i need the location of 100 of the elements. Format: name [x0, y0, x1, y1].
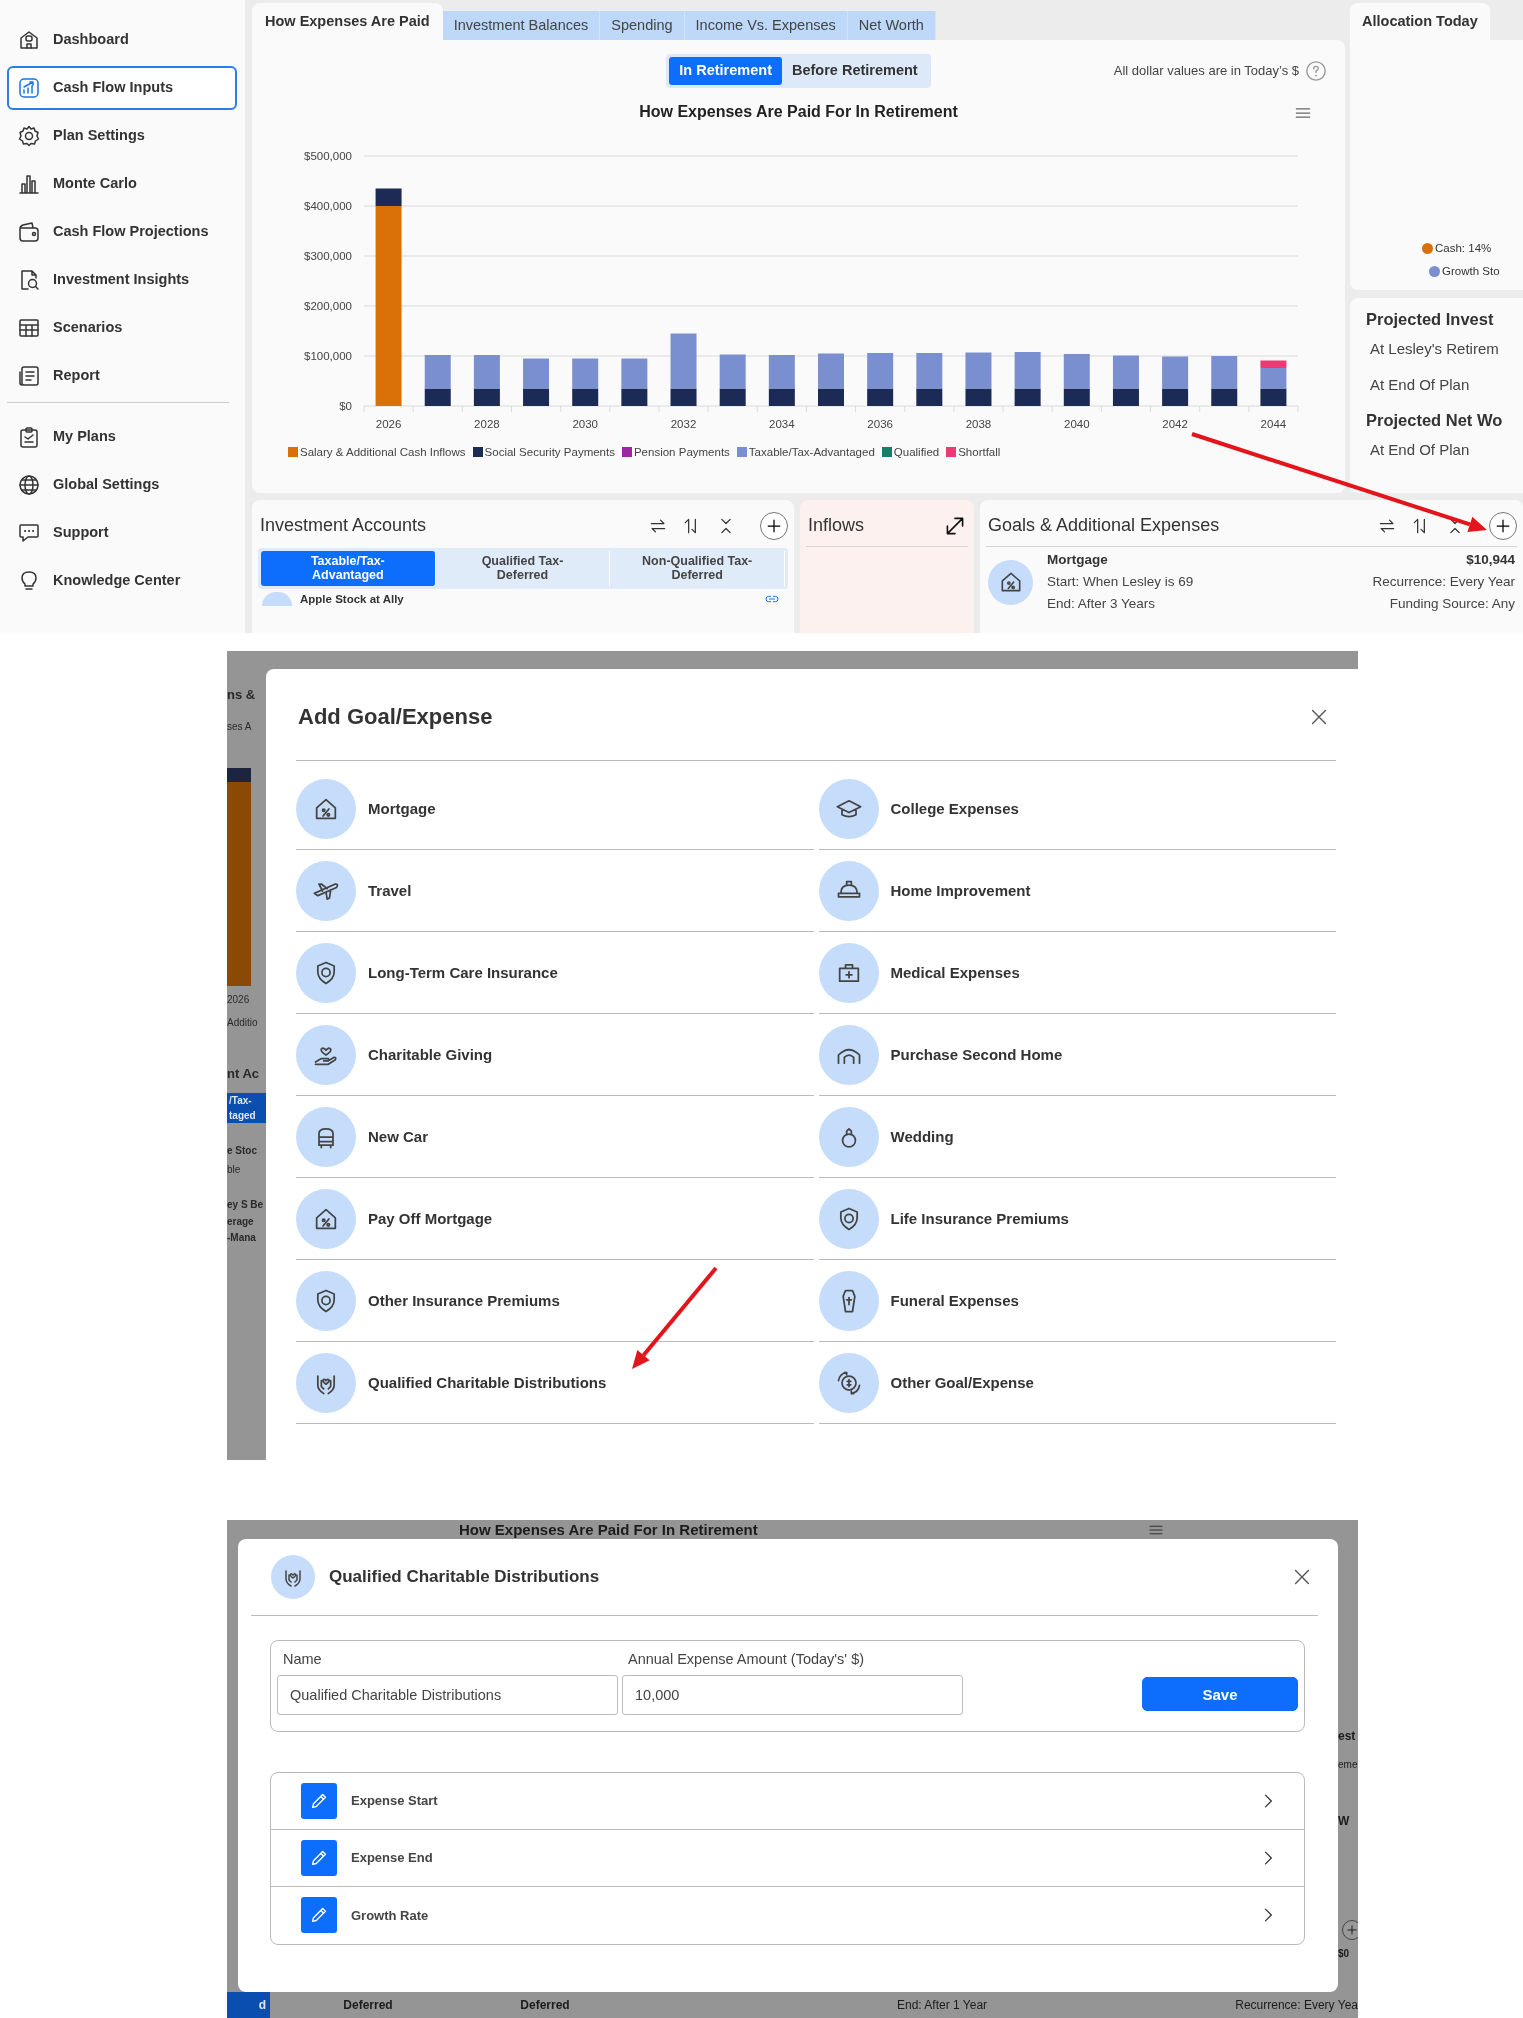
goal-name: Mortgage — [1047, 551, 1109, 569]
legend-label: Qualified — [893, 446, 940, 458]
legend-label: Cash: 14% — [1435, 240, 1492, 256]
input-field[interactable]: 10,000 — [622, 1674, 963, 1715]
toggle-option[interactable]: In Retirement — [669, 57, 782, 85]
background-text: est — [1338, 1728, 1356, 1745]
background-text: Additio — [227, 1015, 259, 1030]
background-text: End: After 1 Year — [896, 1997, 989, 2014]
sidebar-item[interactable]: Cash Flow Projections — [7, 210, 237, 254]
option-item[interactable]: Long-Term Care Insurance — [296, 932, 814, 1015]
swap-icon[interactable] — [648, 516, 668, 536]
section-heading: Projected Net Wo — [1366, 410, 1504, 431]
clipboard-icon — [17, 425, 41, 449]
option-item[interactable]: Home Improvement — [818, 850, 1336, 933]
tab[interactable]: How Expenses Are Paid — [252, 3, 443, 40]
sidebar-item[interactable]: Monte Carlo — [7, 162, 237, 206]
summary-label: At End Of Plan — [1370, 439, 1471, 460]
legend-label: Shortfall — [958, 446, 1001, 458]
axis-label: 2032 — [670, 418, 697, 430]
sidebar-item[interactable]: Dashboard — [7, 18, 237, 62]
axis-label: 2042 — [1162, 418, 1188, 430]
option-item[interactable]: Mortgage — [296, 768, 814, 851]
background-text: ns & — [227, 686, 257, 704]
option-item[interactable]: Purchase Second Home — [818, 1014, 1336, 1097]
tab[interactable]: Spending — [600, 11, 685, 40]
card-title: Inflows — [808, 515, 865, 537]
section-heading: Projected Invest — [1366, 310, 1495, 330]
sidebar-item[interactable]: Cash Flow Inputs — [7, 66, 237, 110]
card-title: Goals & Additional Expenses — [988, 515, 1220, 537]
option-item[interactable]: Medical Expenses — [818, 932, 1336, 1015]
tab[interactable]: Net Worth — [847, 11, 936, 40]
legend-label: Taxable/Tax-Advantaged — [748, 446, 875, 458]
sidebar-item[interactable]: Scenarios — [7, 306, 237, 350]
chart-icon — [17, 76, 41, 100]
option-item[interactable]: Qualified Charitable Distributions — [296, 1342, 814, 1425]
axis-label: 2028 — [474, 418, 500, 430]
background-text: ses A — [227, 719, 253, 734]
bar-chart-icon — [17, 172, 41, 196]
summary-label: At Lesley's Retirem — [1370, 338, 1500, 359]
option-item[interactable]: Funeral Expenses — [818, 1260, 1336, 1343]
tab[interactable]: Taxable/Tax-Advantaged — [261, 551, 436, 586]
help-icon[interactable] — [1305, 59, 1327, 82]
axis-label: 2038 — [965, 418, 992, 430]
background-text: W — [1338, 1813, 1350, 1830]
legend-label: Pension Payments — [633, 446, 730, 458]
sidebar-item[interactable]: Support — [7, 511, 237, 555]
dialog-title: Qualified Charitable Distributions — [329, 1566, 600, 1588]
tab[interactable]: Investment Balances — [442, 11, 601, 40]
grid-icon — [17, 316, 41, 340]
sidebar-item[interactable]: Investment Insights — [7, 258, 237, 302]
axis-label: $100,000 — [304, 350, 352, 362]
tab[interactable]: Non-Qualified Tax-Deferred — [610, 551, 785, 586]
option-item[interactable]: Other Insurance Premiums — [296, 1260, 814, 1343]
option-item[interactable]: Wedding — [818, 1096, 1336, 1179]
background-text: Deferred — [519, 1997, 571, 2014]
axis-label: 2026 — [375, 418, 402, 430]
input-field[interactable]: Qualified Charitable Distributions — [277, 1674, 618, 1715]
field-label: Name — [283, 1650, 323, 1669]
sidebar-item[interactable]: Report — [7, 354, 237, 398]
sidebar-item[interactable]: My Plans — [7, 415, 237, 459]
option-item[interactable]: College Expenses — [818, 768, 1336, 851]
save-button[interactable]: Save — [1142, 1676, 1298, 1711]
option-item[interactable]: Life Insurance Premiums — [818, 1178, 1336, 1261]
section-row[interactable]: Expense Start — [271, 1772, 1304, 1830]
account-name: Apple Stock at Ally — [300, 591, 404, 607]
axis-label: 2044 — [1260, 418, 1287, 430]
option-item[interactable]: Pay Off Mortgage — [296, 1178, 814, 1261]
background-text: -Mana — [227, 1231, 257, 1245]
sidebar-item[interactable]: Knowledge Center — [7, 559, 237, 603]
background-text: How Expenses Are Paid For In Retirement — [459, 1522, 758, 1537]
background-text: nt Ac — [227, 1064, 261, 1083]
axis-label: $400,000 — [304, 200, 352, 212]
axis-label: $200,000 — [304, 300, 352, 312]
tab[interactable]: Qualified Tax-Deferred — [435, 551, 611, 586]
goal-detail: Funding Source: Any — [1388, 595, 1515, 613]
option-item[interactable]: New Car — [296, 1096, 814, 1179]
tab[interactable]: Allocation Today — [1350, 3, 1490, 40]
document-icon — [17, 364, 41, 388]
avatar — [262, 592, 292, 607]
tab[interactable]: Income Vs. Expenses — [684, 11, 848, 40]
sidebar-item[interactable]: Global Settings — [7, 463, 237, 507]
axis-label: $0 — [339, 400, 352, 412]
wallet-icon — [17, 220, 41, 244]
goal-amount: $10,944 — [1465, 551, 1515, 569]
swap-icon[interactable] — [1377, 516, 1397, 536]
section-row[interactable]: Growth Rate — [271, 1886, 1304, 1944]
option-item[interactable]: Travel — [296, 850, 814, 933]
option-item[interactable]: Charitable Giving — [296, 1014, 814, 1097]
sidebar-item[interactable]: Plan Settings — [7, 114, 237, 158]
toggle-option[interactable]: Before Retirement — [782, 57, 928, 85]
section-row[interactable]: Expense End — [271, 1829, 1304, 1887]
option-item[interactable]: Other Goal/Expense — [818, 1342, 1336, 1425]
chart-title: How Expenses Are Paid For In Retirement — [639, 102, 958, 122]
note-text: All dollar values are in Today’s $ — [1113, 62, 1299, 81]
legend-label: Salary & Additional Cash Inflows — [300, 446, 466, 458]
background-text: Recurrence: Every Yea — [1235, 1997, 1358, 2014]
goal-detail: Recurrence: Every Year — [1372, 573, 1515, 591]
axis-label: 2040 — [1064, 418, 1090, 430]
summary-label: At End Of Plan — [1370, 375, 1471, 396]
legend-label: Social Security Payments — [484, 446, 615, 458]
